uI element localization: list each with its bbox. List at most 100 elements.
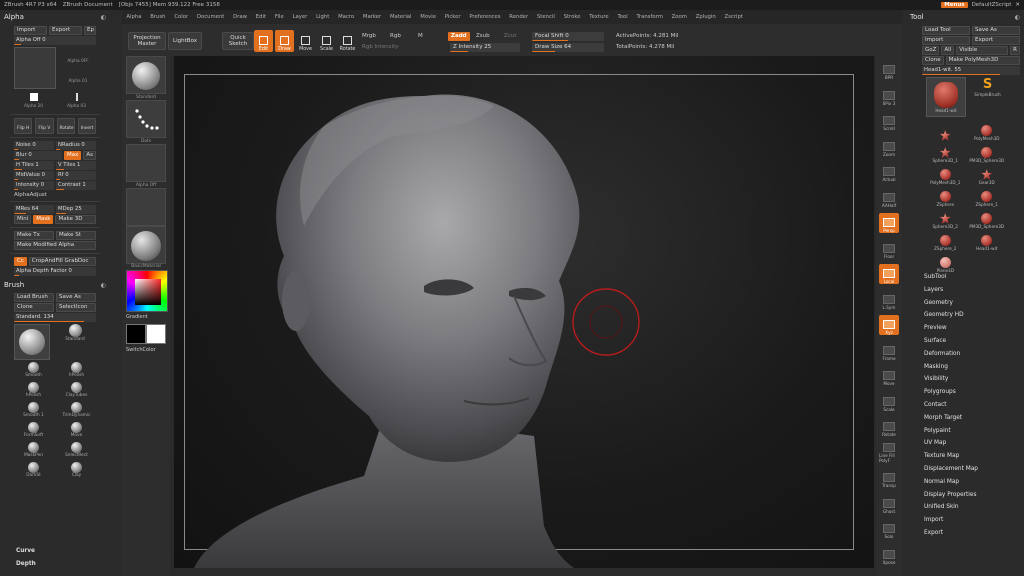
shelf-zoom-button[interactable]: Zoom: [879, 137, 899, 157]
current-brush-thumbnail[interactable]: [14, 324, 50, 360]
shelf-scale-button[interactable]: Scale: [879, 392, 899, 412]
simplebrush-tool-thumb[interactable]: S SimpleBrush: [969, 77, 1006, 117]
tool-item[interactable]: ZSphere: [926, 186, 965, 207]
main-color-swatch[interactable]: [126, 324, 146, 344]
invert-alpha-button[interactable]: Invert: [77, 118, 96, 134]
menu-brush[interactable]: Brush: [146, 14, 170, 20]
default-zscript-button[interactable]: DefaultZScript: [972, 2, 1012, 8]
brush-item[interactable]: hPolish: [14, 382, 53, 401]
menu-stencil[interactable]: Stencil: [533, 14, 560, 20]
brush-item[interactable]: Smooth: [14, 362, 53, 381]
brush-selector-tile[interactable]: [126, 56, 166, 94]
palette-options-icon[interactable]: ◐: [101, 14, 106, 21]
tool-item[interactable]: Plane3D: [926, 252, 965, 273]
v-tiles-slider[interactable]: V Tiles 1: [56, 161, 96, 170]
subpalette-export[interactable]: Export: [924, 530, 943, 536]
goz-button[interactable]: GoZ: [922, 46, 940, 55]
contrast-slider[interactable]: Contrast 1: [56, 181, 96, 190]
flip-v-button[interactable]: Flip V: [35, 118, 54, 134]
subpalette-preview[interactable]: Preview: [924, 325, 947, 331]
subpalette-layers[interactable]: Layers: [924, 287, 943, 293]
menu-alpha[interactable]: Alpha: [122, 14, 146, 20]
nradius-slider[interactable]: NRadius 0: [56, 141, 96, 150]
tool-export-button[interactable]: Export: [972, 36, 1020, 45]
menu-edit[interactable]: Edit: [251, 14, 270, 20]
intensity-slider[interactable]: Intensity 0: [14, 181, 54, 190]
subpalette-displacement-map[interactable]: Displacement Map: [924, 466, 978, 472]
mini-button[interactable]: Mini: [14, 215, 32, 224]
subpalette-import[interactable]: Import: [924, 517, 943, 523]
secondary-color-swatch[interactable]: [146, 324, 166, 344]
zsub-button[interactable]: Zsub: [476, 33, 490, 39]
palette-options-icon[interactable]: ◐: [101, 282, 106, 289]
subpalette-polygroups[interactable]: Polygroups: [924, 389, 956, 395]
tool-item[interactable]: PolyMesh3D_1: [926, 164, 965, 185]
shelf-frame-button[interactable]: Frame: [879, 341, 899, 361]
alpha-20-thumb[interactable]: Alpha 20: [14, 91, 53, 111]
shelf-scroll-button[interactable]: Scroll: [879, 111, 899, 131]
menu-zplugin[interactable]: Zplugin: [691, 14, 720, 20]
menu-layer[interactable]: Layer: [288, 14, 312, 20]
subpalette-geometry-hd[interactable]: Geometry HD: [924, 312, 964, 318]
all-button[interactable]: All: [941, 46, 955, 55]
alpha-export-button[interactable]: Export: [49, 26, 82, 35]
menu-picker[interactable]: Picker: [440, 14, 465, 20]
subpalette-display-properties[interactable]: Display Properties: [924, 492, 977, 498]
make-3d-button[interactable]: Make 3D: [55, 215, 96, 224]
load-brush-button[interactable]: Load Brush: [14, 293, 54, 302]
alpha-01-thumb[interactable]: Alpha 01: [60, 67, 96, 85]
tool-item[interactable]: Sphere3D_2: [926, 208, 965, 229]
alpha-current-thumbnail[interactable]: [14, 47, 56, 89]
tool-item[interactable]: ZSphere_2: [926, 230, 965, 251]
saturation-value-square[interactable]: [135, 279, 161, 305]
menu-zscript[interactable]: Zscript: [720, 14, 747, 20]
shelf-rotate-button[interactable]: Rotate: [879, 417, 899, 437]
curve-section-header[interactable]: Curve: [16, 548, 35, 554]
make-st-button[interactable]: Make St: [56, 231, 96, 240]
switch-color-button[interactable]: SwitchColor: [126, 347, 166, 353]
rgb-button[interactable]: Rgb: [390, 33, 401, 39]
lightbox-button[interactable]: LightBox: [168, 32, 202, 50]
subpalette-morph-target[interactable]: Morph Target: [924, 415, 962, 421]
subpalette-uv-map[interactable]: UV Map: [924, 440, 946, 446]
menu-stroke[interactable]: Stroke: [559, 14, 585, 20]
r-button[interactable]: R: [1010, 46, 1020, 55]
make-polymesh3d-button[interactable]: Make PolyMesh3D: [945, 56, 1020, 65]
menu-macro[interactable]: Macro: [334, 14, 359, 20]
subpalette-contact[interactable]: Contact: [924, 402, 947, 408]
menu-transform[interactable]: Transform: [632, 14, 667, 20]
menu-light[interactable]: Light: [312, 14, 334, 20]
quick-sketch-button[interactable]: Quick Sketch: [222, 32, 254, 50]
midvalue-slider[interactable]: MidValue 0: [14, 171, 54, 180]
menu-marker[interactable]: Marker: [359, 14, 386, 20]
alpha-depth-factor-slider[interactable]: Alpha Depth Factor 0: [14, 267, 96, 276]
brush-item[interactable]: Move: [57, 422, 96, 441]
alpha-03-thumb[interactable]: Alpha 03: [57, 91, 96, 111]
shelf-actual-button[interactable]: Actual: [879, 162, 899, 182]
shelf-line-fill-polyf-button[interactable]: Line Fill PolyF: [879, 442, 899, 463]
shelf-transp-button[interactable]: Transp: [879, 468, 899, 488]
load-tool-button[interactable]: Load Tool: [922, 26, 970, 35]
brush-item[interactable]: TrimDynamic: [57, 402, 96, 421]
menu-document[interactable]: Document: [193, 14, 229, 20]
sculpt-head-model[interactable]: [174, 56, 874, 568]
tool-item[interactable]: PolyMesh3D: [968, 120, 1007, 141]
brush-item[interactable]: Smooth 1: [14, 402, 53, 421]
menu-render[interactable]: Render: [505, 14, 533, 20]
zcut-button[interactable]: Zcut: [504, 33, 516, 39]
subpalette-polypaint[interactable]: Polypaint: [924, 428, 951, 434]
z-intensity-slider[interactable]: Z Intensity 25: [450, 43, 520, 52]
tool-palette-header[interactable]: Tool ◐: [904, 10, 1024, 24]
menu-color[interactable]: Color: [170, 14, 193, 20]
tool-item[interactable]: Head1-wit: [968, 230, 1007, 251]
focal-shift-slider[interactable]: Focal Shift 0: [532, 32, 604, 41]
standard-brush-thumb[interactable]: Standard: [54, 324, 96, 360]
tool-item[interactable]: PM3D_Sphere3D: [968, 208, 1007, 229]
projection-master-button[interactable]: Projection Master: [128, 32, 166, 50]
tool-item[interactable]: Sphere3D_1: [926, 142, 965, 163]
alpha-palette-header[interactable]: Alpha ◐: [0, 10, 110, 24]
alpha-off-thumb-label[interactable]: Alpha 0FF: [60, 47, 96, 65]
brush-item[interactable]: SelectRect: [57, 442, 96, 461]
subpalette-masking[interactable]: Masking: [924, 364, 948, 370]
subpalette-deformation[interactable]: Deformation: [924, 351, 960, 357]
